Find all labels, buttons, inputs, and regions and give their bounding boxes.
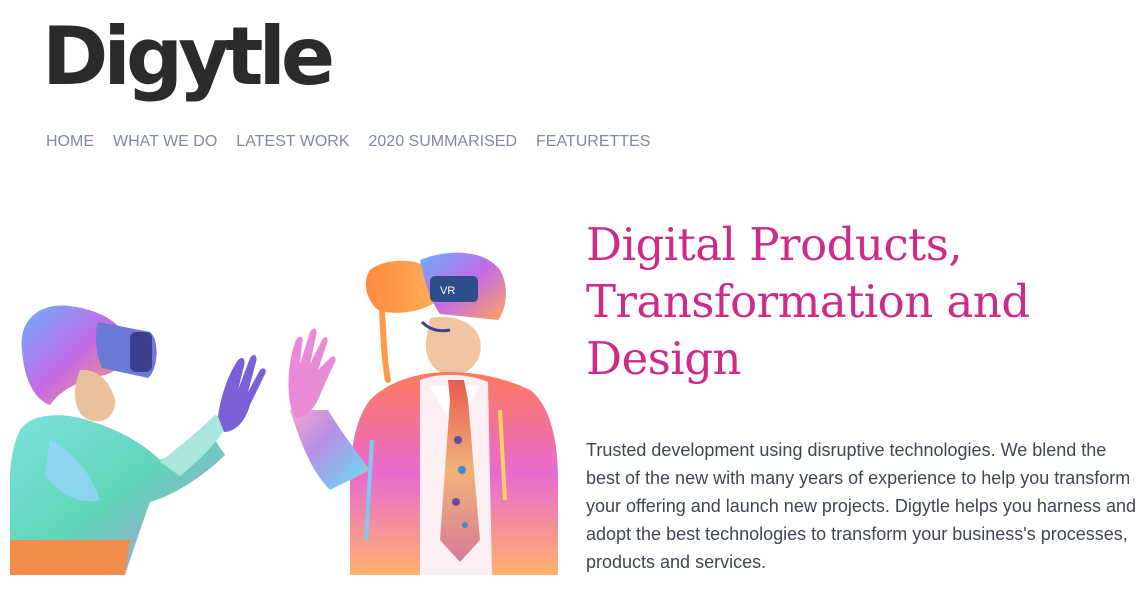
nav-item-what-we-do[interactable]: WHAT WE DO — [113, 131, 217, 153]
main-nav: HOME WHAT WE DO LATEST WORK 2020 SUMMARI… — [46, 131, 669, 153]
site-logo[interactable]: Digytle — [42, 2, 335, 112]
nav-item-home[interactable]: HOME — [46, 131, 94, 153]
vr-people-illustration: VR — [10, 252, 558, 575]
nav-item-featurettes[interactable]: FEATURETTES — [536, 131, 650, 153]
hero-headline: Digital Products, Transformation and Des… — [586, 218, 1030, 385]
svg-text:VR: VR — [440, 285, 455, 297]
nav-item-2020-summarised[interactable]: 2020 SUMMARISED — [369, 131, 518, 153]
hero-intro-text: Trusted development using disruptive tec… — [586, 440, 1137, 572]
page: Digytle HOME WHAT WE DO LATEST WORK 2020… — [0, 0, 1142, 597]
nav-item-latest-work[interactable]: LATEST WORK — [236, 131, 349, 153]
